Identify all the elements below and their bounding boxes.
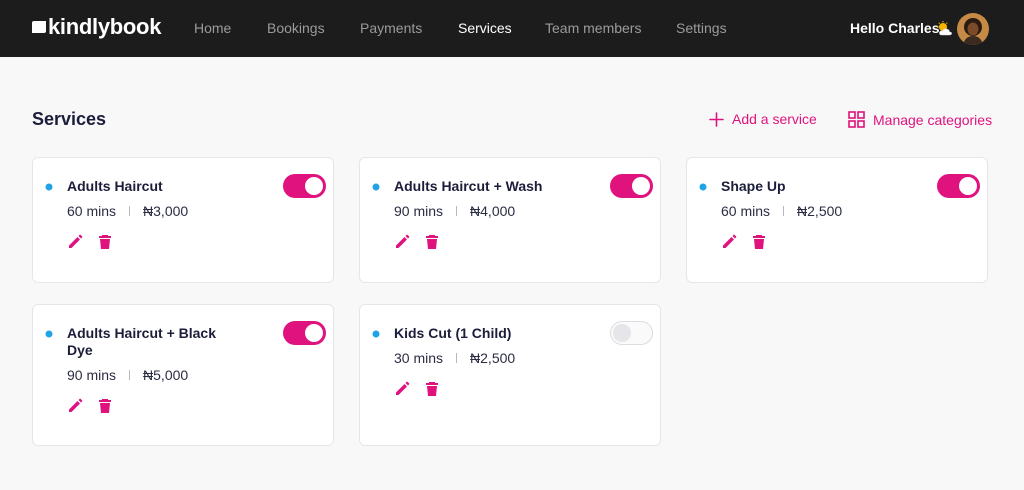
avatar-image: [957, 13, 989, 45]
nav-item-team-members[interactable]: Team members: [545, 20, 641, 36]
meta-divider: [456, 353, 458, 363]
manage-categories-label: Manage categories: [873, 111, 993, 128]
nav-item-home[interactable]: Home: [194, 20, 231, 36]
service-duration: 90 mins: [394, 203, 444, 219]
nav-item-payments[interactable]: Payments: [360, 20, 422, 36]
service-enabled-toggle[interactable]: [610, 174, 653, 198]
toggle-knob: [632, 177, 650, 195]
delete-trash-icon[interactable]: [97, 398, 113, 414]
edit-pencil-icon[interactable]: [394, 234, 410, 250]
service-price: ₦2,500: [470, 350, 516, 366]
sun-behind-cloud-icon: [937, 21, 952, 36]
edit-pencil-icon[interactable]: [67, 398, 83, 414]
user-avatar[interactable]: [957, 13, 989, 45]
edit-pencil-icon[interactable]: [67, 234, 83, 250]
meta-divider: [129, 206, 131, 216]
user-greeting: Hello Charles: [850, 20, 940, 36]
toggle-knob: [959, 177, 977, 195]
status-dot-icon: [45, 183, 53, 191]
meta-divider: [129, 370, 131, 380]
service-meta: 30 mins ₦2,500: [394, 350, 515, 366]
grid-icon: [848, 111, 865, 128]
service-name: Adults Haircut + Black Dye: [67, 325, 216, 358]
page-title: Services: [32, 109, 107, 129]
delete-trash-icon[interactable]: [751, 234, 767, 250]
add-service-button[interactable]: Add a service: [709, 111, 817, 127]
nav-item-services[interactable]: Services: [458, 20, 512, 36]
service-meta: 60 mins ₦3,000: [67, 203, 188, 219]
top-nav-bar: kindlybook Home Bookings Payments Servic…: [0, 0, 1024, 57]
status-dot-icon: [45, 330, 53, 338]
edit-pencil-icon[interactable]: [394, 381, 410, 397]
brand-logo[interactable]: kindlybook: [32, 14, 161, 40]
edit-pencil-icon[interactable]: [721, 234, 737, 250]
service-duration: 60 mins: [67, 203, 117, 219]
service-price: ₦4,000: [470, 203, 516, 219]
manage-categories-button[interactable]: Manage categories: [848, 111, 992, 128]
service-price: ₦2,500: [797, 203, 843, 219]
brand-name: kindlybook: [48, 14, 162, 39]
service-duration: 60 mins: [721, 203, 771, 219]
service-card: Shape Up 60 mins ₦2,500: [686, 157, 988, 283]
status-dot-icon: [372, 330, 380, 338]
service-price: ₦3,000: [143, 203, 189, 219]
service-card: Adults Haircut + Wash 90 mins ₦4,000: [359, 157, 661, 283]
service-enabled-toggle[interactable]: [610, 321, 653, 345]
nav-item-bookings[interactable]: Bookings: [267, 20, 325, 36]
meta-divider: [783, 206, 785, 216]
nav-item-settings[interactable]: Settings: [676, 20, 727, 36]
service-price: ₦5,000: [143, 367, 189, 383]
service-name: Adults Haircut: [67, 178, 163, 194]
service-enabled-toggle[interactable]: [283, 174, 326, 198]
status-dot-icon: [372, 183, 380, 191]
meta-divider: [456, 206, 458, 216]
logo-mark-icon: [32, 21, 46, 33]
service-meta: 90 mins ₦4,000: [394, 203, 515, 219]
service-duration: 30 mins: [394, 350, 444, 366]
service-enabled-toggle[interactable]: [937, 174, 980, 198]
status-dot-icon: [699, 183, 707, 191]
add-service-label: Add a service: [732, 111, 817, 127]
delete-trash-icon[interactable]: [424, 234, 440, 250]
service-duration: 90 mins: [67, 367, 117, 383]
service-name: Shape Up: [721, 178, 786, 194]
service-meta: 60 mins ₦2,500: [721, 203, 842, 219]
toggle-knob: [305, 177, 323, 195]
delete-trash-icon[interactable]: [424, 381, 440, 397]
service-card: Kids Cut (1 Child) 30 mins ₦2,500: [359, 304, 661, 446]
service-meta: 90 mins ₦5,000: [67, 367, 188, 383]
plus-icon: [709, 111, 724, 127]
service-name: Adults Haircut + Wash: [394, 178, 543, 194]
toggle-knob: [613, 324, 631, 342]
service-card: Adults Haircut 60 mins ₦3,000: [32, 157, 334, 283]
service-name: Kids Cut (1 Child): [394, 325, 512, 341]
service-enabled-toggle[interactable]: [283, 321, 326, 345]
service-card: Adults Haircut + Black Dye 90 mins ₦5,00…: [32, 304, 334, 446]
delete-trash-icon[interactable]: [97, 234, 113, 250]
toggle-knob: [305, 324, 323, 342]
